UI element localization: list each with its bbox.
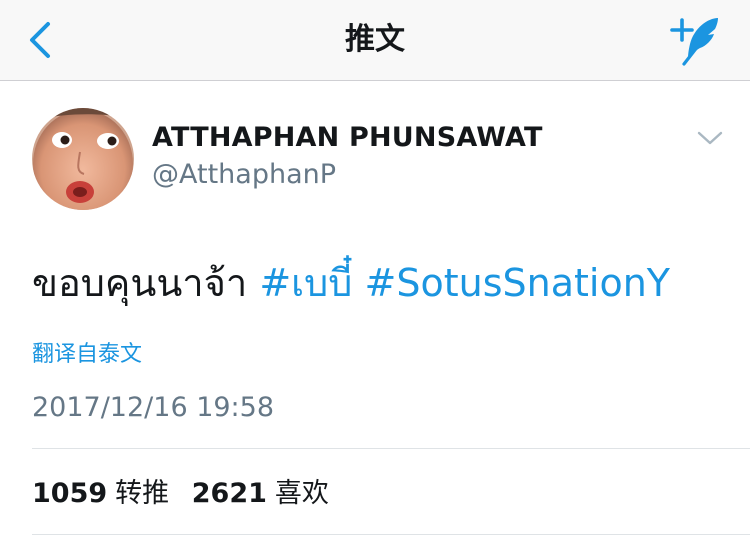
username[interactable]: @AtthaphanP — [152, 157, 336, 193]
display-name[interactable]: ATTHAPHAN PHUNSAWAT — [152, 120, 543, 156]
hashtag-link[interactable]: #เบบี๋ — [259, 261, 352, 305]
divider — [32, 534, 750, 535]
compose-tweet-icon — [670, 18, 718, 66]
likes-count: 2621 — [191, 478, 267, 509]
tweet-text: ขอบคุนนาจ้า #เบบี๋ #SotusSnationY — [32, 258, 670, 308]
chevron-down-icon — [697, 131, 723, 145]
page-title: 推文 — [345, 22, 405, 57]
likes-stat[interactable]: 2621 喜欢 — [192, 478, 329, 509]
compose-tweet-button[interactable] — [668, 14, 724, 66]
profile-photo — [32, 108, 134, 210]
navigation-bar: 推文 — [0, 0, 750, 81]
tweet-stats: 1059 转推 2621 喜欢 — [32, 476, 343, 512]
tweet-timestamp: 2017/12/16 19:58 — [32, 392, 275, 423]
retweets-count: 1059 — [32, 478, 108, 509]
avatar[interactable] — [32, 108, 134, 210]
translate-link[interactable]: 翻译自泰文 — [32, 340, 142, 370]
divider — [32, 448, 750, 449]
hashtag-link[interactable]: #SotusSnationY — [365, 261, 670, 305]
likes-label: 喜欢 — [274, 478, 329, 509]
tweet-body-text: ขอบคุนนาจ้า — [32, 261, 248, 305]
retweets-stat[interactable]: 1059 转推 — [32, 478, 178, 509]
retweets-label: 转推 — [115, 478, 170, 509]
more-options-button[interactable] — [696, 126, 724, 150]
